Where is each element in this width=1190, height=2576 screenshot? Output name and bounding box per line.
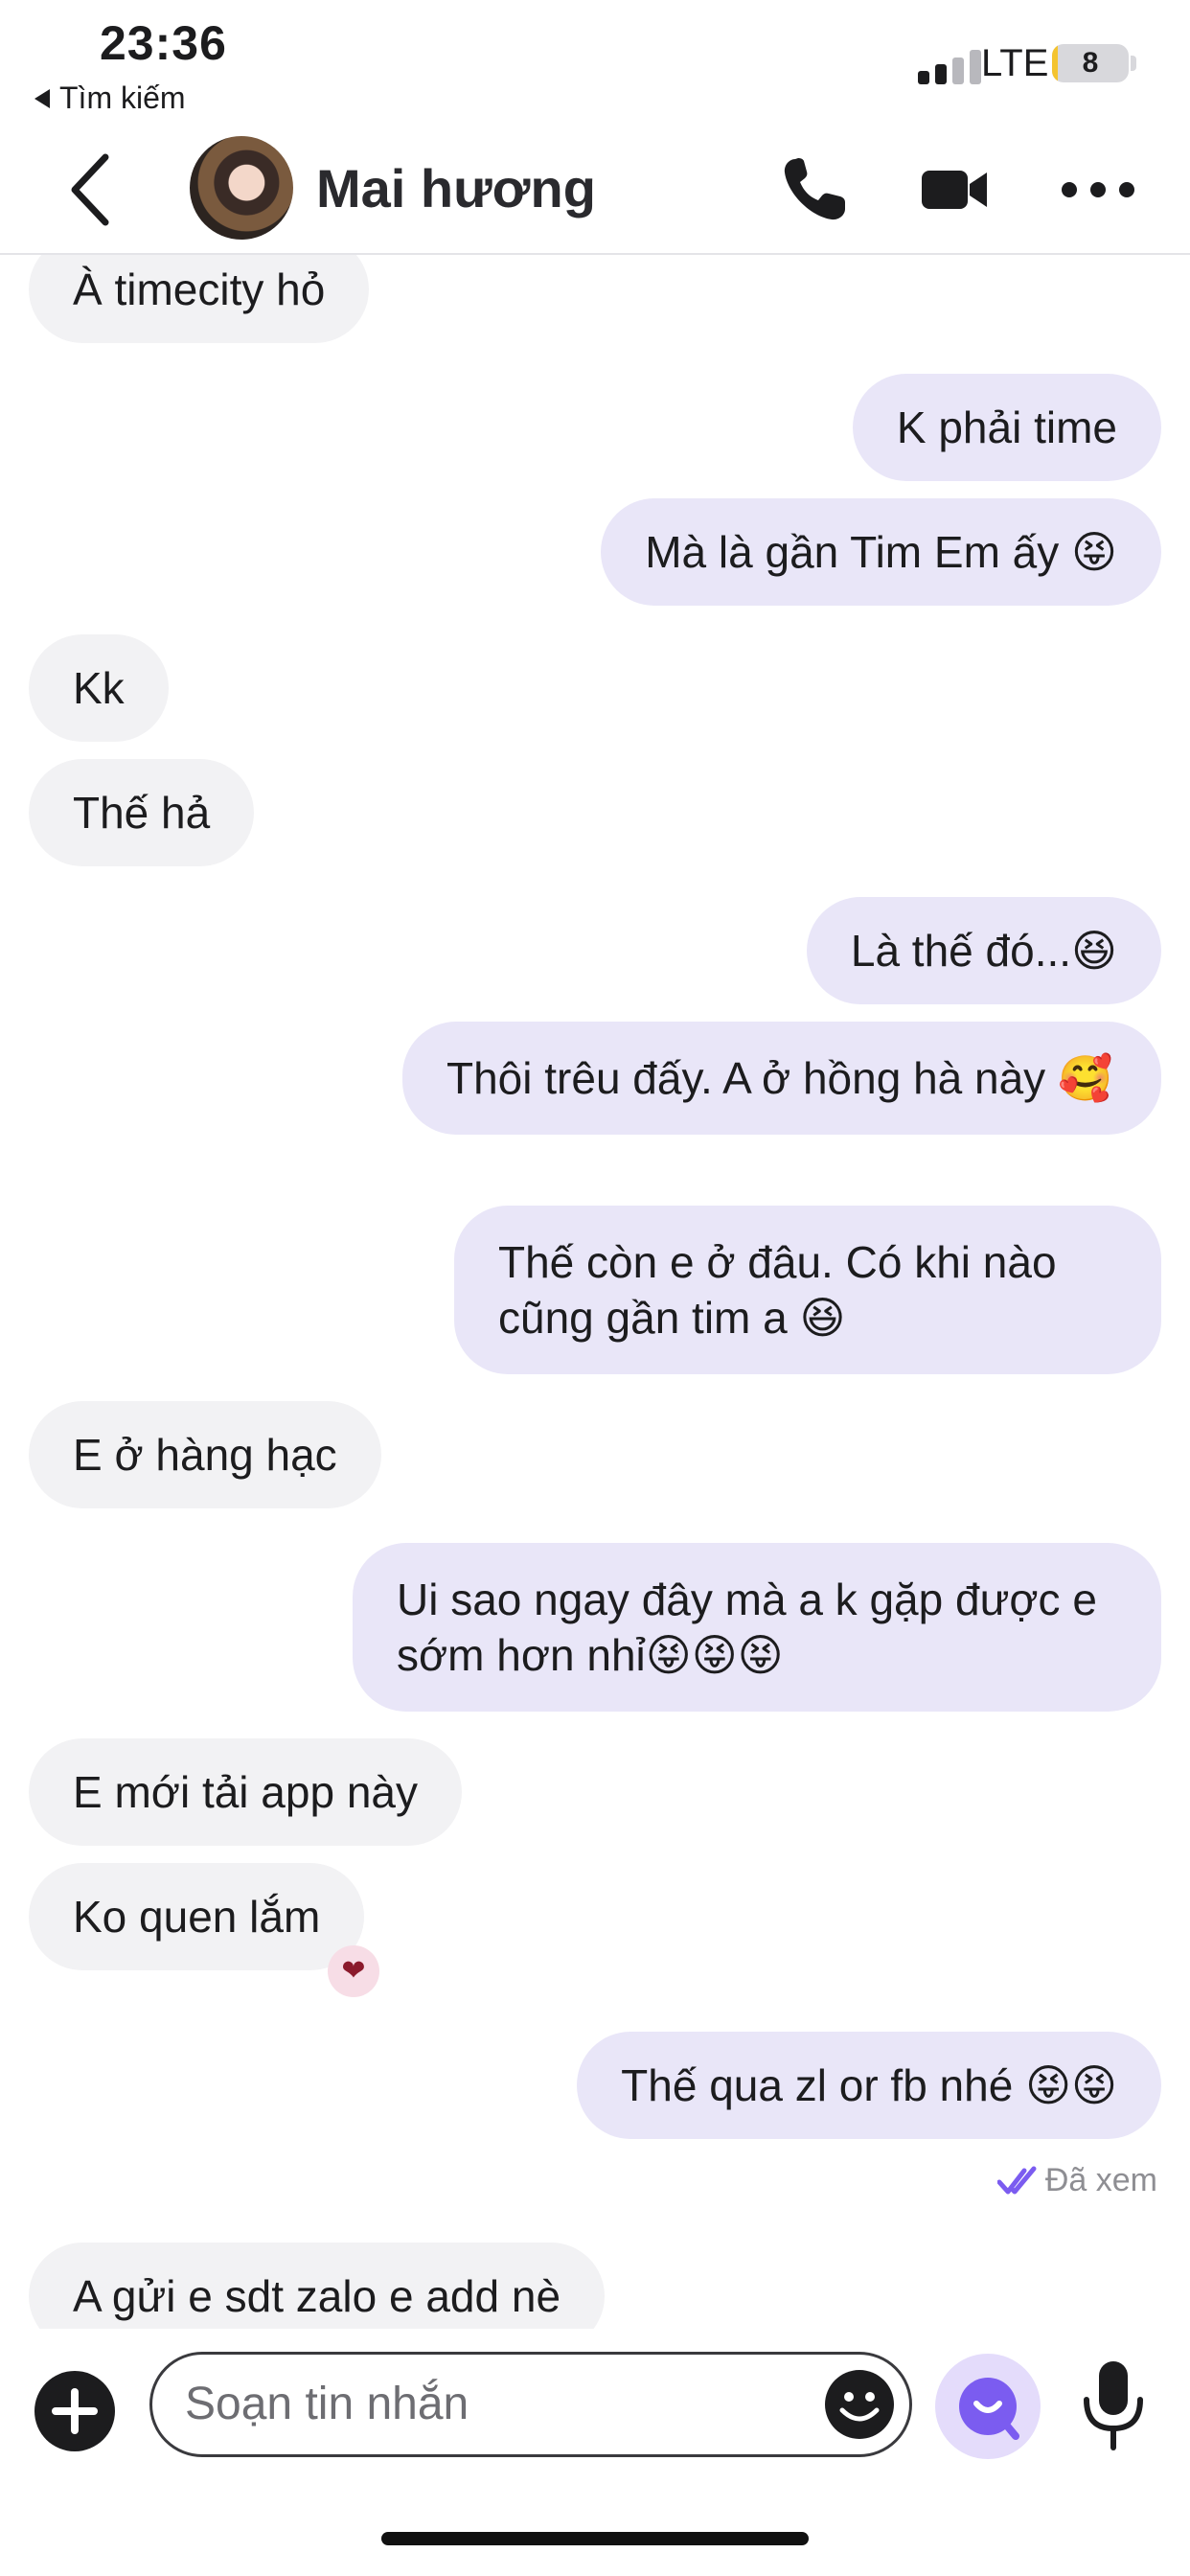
more-dots-icon[interactable] [1060, 153, 1136, 226]
message-incoming[interactable]: E mới tải app này [29, 1738, 463, 1846]
message-input-placeholder: Soạn tin nhắn [185, 2379, 469, 2429]
battery-icon: 8 [1052, 44, 1129, 82]
message-list[interactable]: À timecity hỏ K phải time Mà là gần Tim … [0, 255, 1190, 2329]
message-outgoing[interactable]: Mà là gần Tim Em ấy 😝 [601, 498, 1161, 606]
phone-icon[interactable] [778, 153, 851, 226]
signal-icon [918, 50, 981, 84]
back-to-app-link[interactable]: Tìm kiếm [34, 80, 186, 116]
message-outgoing[interactable]: Là thế đó...😆 [806, 897, 1161, 1004]
double-check-icon [996, 2166, 1037, 2194]
battery-level: 8 [1082, 47, 1099, 79]
message-incoming[interactable]: Thế hả [29, 759, 255, 866]
home-indicator[interactable] [381, 2532, 809, 2545]
seen-status: Đã xem [996, 2162, 1157, 2199]
status-time: 23:36 [100, 16, 227, 70]
message-outgoing[interactable]: K phải time [852, 374, 1161, 481]
message-incoming[interactable]: A gửi e sdt zalo e add nè [29, 2242, 606, 2329]
chevron-left-icon[interactable] [63, 151, 121, 228]
chat-header: Mai hương [0, 123, 1190, 255]
avatar[interactable] [190, 136, 293, 240]
message-incoming[interactable]: Kk [29, 634, 169, 742]
contact-name[interactable]: Mai hương [316, 157, 596, 219]
message-outgoing[interactable]: Thế qua zl or fb nhé 😝😝 [577, 2032, 1161, 2139]
back-triangle-icon [34, 88, 50, 108]
seen-label: Đã xem [1044, 2162, 1157, 2198]
plus-icon [52, 2388, 98, 2434]
message-incoming[interactable]: Ko quen lắm [29, 1863, 365, 1970]
message-input[interactable]: Soạn tin nhắn [149, 2352, 912, 2457]
message-outgoing[interactable]: Ui sao ngay đây mà a k gặp được e sớm hơ… [353, 1543, 1161, 1712]
network-type: LTE [981, 42, 1049, 84]
ai-assistant-button[interactable] [935, 2354, 1041, 2459]
message-outgoing[interactable]: Thôi trêu đấy. A ở hồng hà này 🥰 [402, 1022, 1161, 1135]
plus-button[interactable] [34, 2371, 115, 2451]
emoji-icon[interactable] [823, 2368, 896, 2441]
composer-bar: Soạn tin nhắn [0, 2331, 1190, 2474]
ai-assistant-icon [959, 2378, 1019, 2440]
message-incoming[interactable]: À timecity hỏ [29, 255, 370, 343]
video-camera-icon[interactable] [918, 153, 991, 226]
message-incoming[interactable]: E ở hàng hạc [29, 1401, 381, 1508]
status-bar: 23:36 Tìm kiếm LTE 8 [0, 0, 1190, 123]
microphone-icon[interactable] [1073, 2358, 1154, 2453]
heart-reaction-icon[interactable]: ❤ [328, 1945, 379, 1997]
back-app-label: Tìm kiếm [59, 80, 186, 115]
chat-screen: 23:36 Tìm kiếm LTE 8 Mai hương À timecit… [0, 0, 1190, 2576]
message-outgoing[interactable]: Thế còn e ở đâu. Có khi nào cũng gần tim… [454, 1206, 1161, 1374]
battery-cap [1131, 56, 1136, 71]
